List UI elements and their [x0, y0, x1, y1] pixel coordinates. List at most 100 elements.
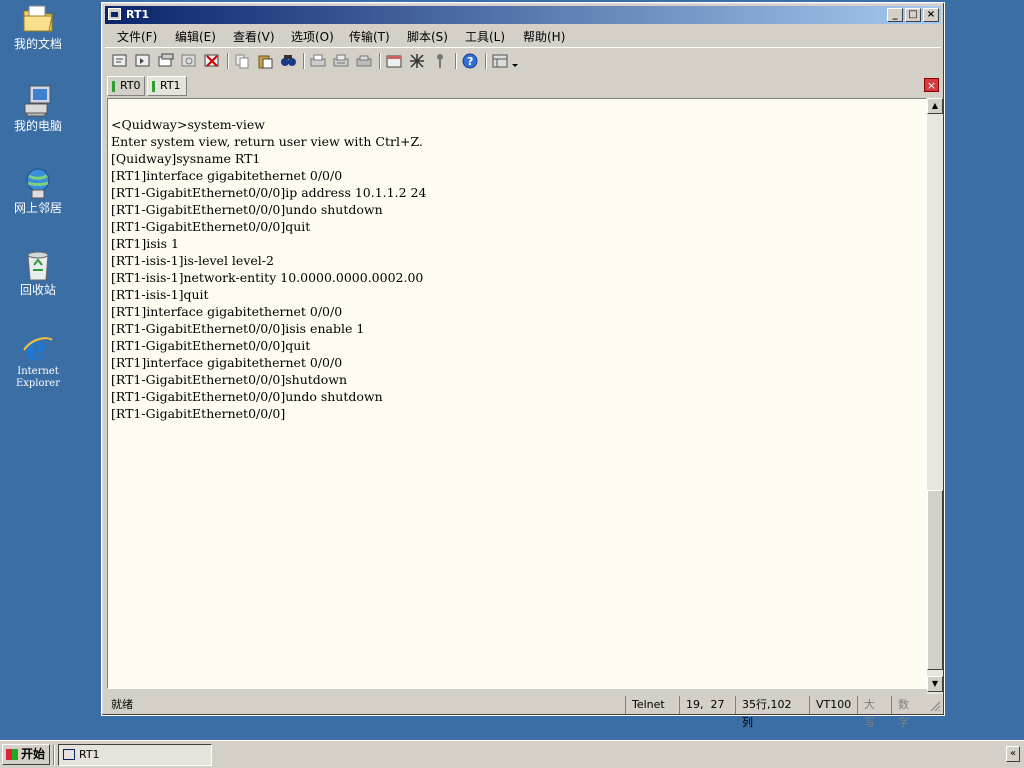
desktop-icon-recycle-bin[interactable]: 回收站: [4, 248, 72, 297]
scroll-up-button[interactable]: ▲: [927, 98, 943, 114]
resize-grip-icon[interactable]: [929, 700, 941, 715]
connect-tab-icon[interactable]: [157, 52, 175, 70]
help-icon[interactable]: ?: [461, 52, 479, 70]
toolbar-separator: [485, 53, 487, 69]
terminal-line: [RT1-GigabitEthernet0/0/0]undo shutdown: [111, 202, 383, 217]
status-caps-lock: 大写: [857, 696, 891, 729]
tab-rt0[interactable]: RT0: [107, 76, 145, 96]
more-icon[interactable]: [510, 52, 520, 70]
menu-file[interactable]: 文件(F): [117, 28, 157, 45]
terminal-line: [RT1-isis-1]quit: [111, 287, 209, 302]
my-documents-icon: [21, 2, 55, 36]
tab-label: RT1: [160, 79, 181, 92]
menu-help[interactable]: 帮助(H): [523, 28, 565, 45]
taskbar-separator: [53, 745, 55, 765]
desktop-icon-label: Internet Explorer: [15, 366, 61, 389]
menu-script[interactable]: 脚本(S): [407, 28, 448, 45]
keymap-icon[interactable]: [431, 52, 449, 70]
tab-label: RT0: [120, 79, 141, 92]
status-ready: 就绪: [111, 698, 133, 711]
svg-text:e: e: [26, 330, 46, 364]
connect-icon[interactable]: [111, 52, 129, 70]
desktop-icon-my-documents[interactable]: 我的文档: [4, 2, 72, 51]
terminal-line: [RT1-GigabitEthernet0/0/0]isis enable 1: [111, 321, 365, 336]
terminal-line: [RT1]interface gigabitethernet 0/0/0: [111, 304, 343, 319]
internet-explorer-icon: e: [21, 329, 55, 367]
desktop-icon-network-places[interactable]: 网上邻居: [4, 166, 72, 215]
desktop-icon-my-computer[interactable]: 我的电脑: [4, 84, 72, 133]
terminal-line: [RT1-GigabitEthernet0/0/0]: [111, 406, 286, 421]
menu-edit[interactable]: 编辑(E): [175, 28, 216, 45]
terminal-line: [RT1-GigabitEthernet0/0/0]undo shutdown: [111, 389, 383, 404]
toolbar-separator: [379, 53, 381, 69]
status-bar: 就绪 Telnet 19, 27 35行,102列 VT100 大写 数字: [105, 696, 941, 729]
terminal-line: [RT1-GigabitEthernet0/0/0]quit: [111, 219, 311, 234]
terminal-line: [RT1-isis-1]network-entity 10.0000.0000.…: [111, 270, 424, 285]
scroll-thumb[interactable]: [927, 490, 943, 670]
close-tab-button[interactable]: ×: [924, 78, 939, 92]
desktop-icon-label: 我的电脑: [13, 119, 62, 133]
app-icon: [108, 8, 121, 20]
svg-text:?: ?: [467, 55, 473, 68]
toolbar-separator: [303, 53, 305, 69]
terminal-line: [RT1-GigabitEthernet0/0/0]quit: [111, 338, 311, 353]
desktop-icon-internet-explorer[interactable]: e Internet Explorer: [4, 329, 72, 390]
connected-indicator-icon: [152, 81, 155, 92]
terminal-line: [RT1-isis-1]is-level level-2: [111, 253, 274, 268]
global-options-icon[interactable]: [408, 52, 426, 70]
print-icon[interactable]: [309, 52, 327, 70]
session-options-icon[interactable]: [385, 52, 403, 70]
scroll-down-button[interactable]: ▼: [927, 676, 943, 692]
recycle-bin-icon: [21, 248, 55, 282]
toolbar: ?: [105, 47, 941, 74]
terminal-line: [RT1-GigabitEthernet0/0/0]shutdown: [111, 372, 348, 387]
desktop-icon-label: 我的文档: [13, 37, 62, 51]
menu-transfer[interactable]: 传输(T): [349, 28, 390, 45]
terminal-line: Enter system view, return user view with…: [111, 134, 423, 149]
terminal-line: [RT1-GigabitEthernet0/0/0]ip address 10.…: [111, 185, 427, 200]
tile-icon[interactable]: [491, 52, 509, 70]
quick-connect-icon[interactable]: [134, 52, 152, 70]
toolbar-separator: [227, 53, 229, 69]
my-computer-icon: [21, 84, 55, 118]
find-icon[interactable]: [279, 52, 297, 70]
start-button[interactable]: 开始: [2, 744, 50, 765]
vertical-scrollbar[interactable]: ▲ ▼: [927, 98, 943, 694]
taskbar-item-rt1[interactable]: RT1: [58, 744, 212, 766]
menu-bar: 文件(F) 编辑(E) 查看(V) 选项(O) 传输(T) 脚本(S) 工具(L…: [105, 25, 941, 45]
reconnect-icon[interactable]: [180, 52, 198, 70]
securecrt-window: RT1 _ □ × 文件(F) 编辑(E) 查看(V) 选项(O) 传输(T) …: [101, 2, 945, 729]
terminal-area[interactable]: <Quidway>system-view Enter system view, r…: [107, 98, 927, 689]
network-places-icon: [21, 166, 55, 200]
title-bar[interactable]: RT1 _ □ ×: [105, 6, 941, 24]
status-num-lock: 数字: [891, 696, 925, 729]
tab-rt1[interactable]: RT1: [147, 76, 187, 96]
session-tabs: RT0 RT1 ×: [105, 75, 941, 97]
menu-options[interactable]: 选项(O): [291, 28, 334, 45]
minimize-button[interactable]: _: [887, 8, 903, 22]
app-icon: [63, 749, 75, 760]
terminal-line: [RT1]interface gigabitethernet 0/0/0: [111, 355, 343, 370]
copy-icon[interactable]: [233, 52, 251, 70]
menu-tools[interactable]: 工具(L): [465, 28, 505, 45]
tray-expand-button[interactable]: «: [1006, 746, 1020, 762]
status-protocol: Telnet: [625, 696, 677, 714]
paste-icon[interactable]: [256, 52, 274, 70]
print-setup-icon[interactable]: [332, 52, 350, 70]
terminal-output: <Quidway>system-view Enter system view, r…: [111, 116, 426, 422]
print-selection-icon[interactable]: [355, 52, 373, 70]
terminal-line: [Quidway]sysname RT1: [111, 151, 261, 166]
close-button[interactable]: ×: [923, 8, 939, 22]
disconnect-icon[interactable]: [203, 52, 221, 70]
windows-logo-icon: [6, 749, 18, 760]
taskbar: 开始 RT1 «: [0, 740, 1024, 768]
connected-indicator-icon: [112, 81, 115, 92]
desktop-icon-label: 回收站: [19, 283, 56, 297]
maximize-button[interactable]: □: [905, 8, 921, 22]
start-label: 开始: [21, 747, 46, 761]
menu-view[interactable]: 查看(V): [233, 28, 275, 45]
window-title: RT1: [126, 8, 150, 21]
desktop-icon-label: 网上邻居: [13, 201, 62, 215]
status-cursor-position: 19, 27: [679, 696, 733, 714]
terminal-line: <Quidway>system-view: [111, 117, 266, 132]
